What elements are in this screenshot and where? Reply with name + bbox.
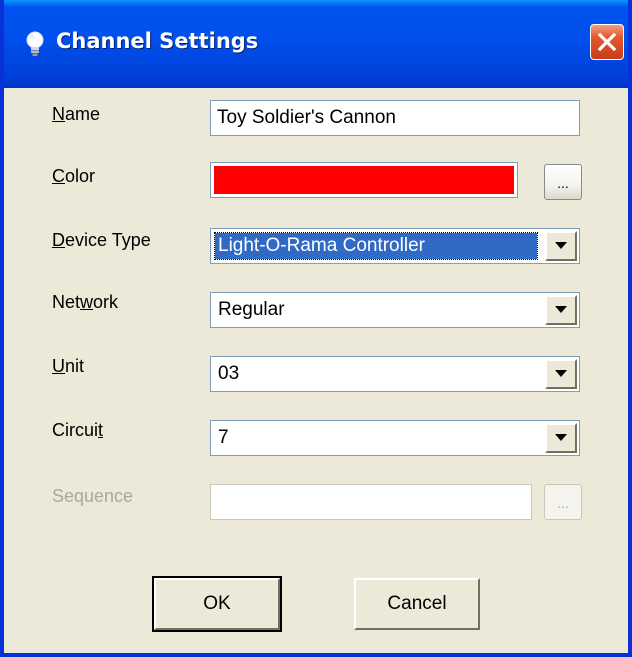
close-icon — [597, 32, 617, 52]
color-label-rest: olor — [65, 166, 96, 186]
chevron-down-icon — [555, 370, 567, 377]
unit-value: 03 — [218, 363, 240, 384]
network-label-mnemonic: w — [80, 292, 94, 312]
network-select[interactable]: Regular — [210, 292, 580, 328]
network-value: Regular — [218, 299, 285, 320]
unit-label: Unit — [52, 356, 84, 377]
network-label-after: ork — [93, 292, 119, 312]
unit-dropdown-button[interactable] — [545, 359, 577, 389]
name-label: Name — [52, 104, 100, 125]
chevron-down-icon — [555, 306, 567, 313]
channel-settings-dialog: Channel Settings Name Toy Soldier's Cann… — [0, 0, 632, 657]
window-title: Channel Settings — [56, 29, 259, 53]
circuit-select[interactable]: 7 — [210, 420, 580, 456]
color-swatch-field[interactable] — [210, 162, 518, 198]
chevron-down-icon — [555, 434, 567, 441]
ok-button[interactable]: OK — [152, 576, 282, 632]
color-swatch — [214, 166, 514, 194]
circuit-label-before: Circui — [52, 420, 99, 440]
chevron-down-icon — [555, 242, 567, 249]
network-label-before: Net — [52, 292, 81, 312]
unit-select[interactable]: 03 — [210, 356, 580, 392]
network-dropdown-button[interactable] — [545, 295, 577, 325]
network-label: Network — [52, 292, 118, 313]
device-type-dropdown-button[interactable] — [545, 231, 577, 261]
sequence-input[interactable] — [210, 484, 532, 520]
name-label-rest: ame — [65, 104, 101, 124]
sequence-label: Sequence — [52, 486, 134, 506]
circuit-dropdown-button[interactable] — [545, 423, 577, 453]
device-type-select[interactable]: Light-O-Rama Controller — [210, 228, 580, 264]
cancel-button[interactable]: Cancel — [354, 578, 480, 630]
device-type-label-mnemonic: D — [52, 230, 65, 250]
color-label: Color — [52, 166, 95, 187]
lightbulb-icon — [26, 31, 44, 56]
color-label-mnemonic: C — [52, 166, 65, 186]
circuit-label: Circuit — [52, 420, 103, 441]
name-label-mnemonic: N — [52, 104, 65, 124]
choose-sequence-button[interactable]: ... — [544, 484, 582, 520]
choose-color-button[interactable]: ... — [544, 164, 582, 200]
circuit-value: 7 — [218, 427, 229, 448]
name-input[interactable]: Toy Soldier's Cannon — [210, 100, 580, 136]
circuit-label-mnemonic: t — [98, 420, 104, 440]
title-bar[interactable]: Channel Settings — [4, 0, 628, 88]
device-type-label-rest: evice Type — [65, 230, 151, 250]
device-type-label: Device Type — [52, 230, 151, 251]
unit-label-mnemonic: U — [52, 356, 65, 376]
close-button[interactable] — [590, 24, 624, 60]
device-type-value: Light-O-Rama Controller — [214, 232, 538, 260]
unit-label-rest: nit — [65, 356, 85, 376]
